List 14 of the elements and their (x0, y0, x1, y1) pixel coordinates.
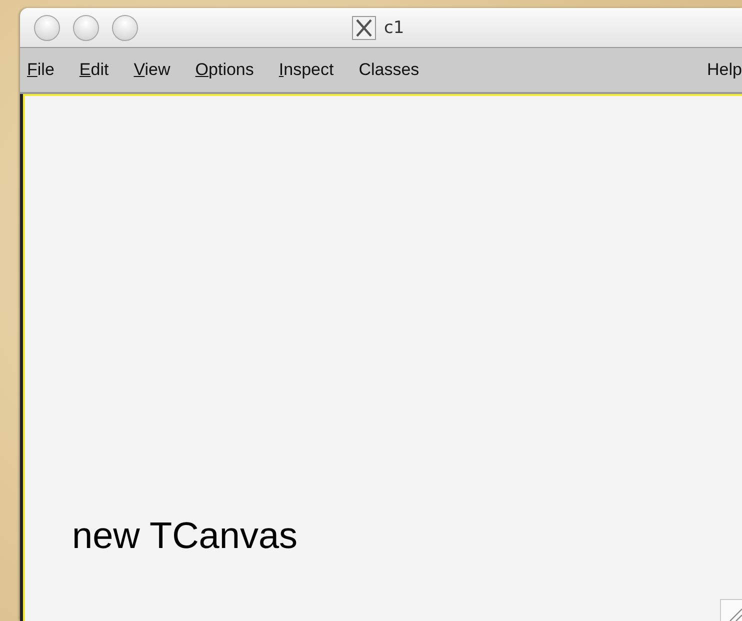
menu-item[interactable]: Options (192, 60, 257, 80)
menu-item[interactable]: Inspect (276, 60, 337, 80)
help-menu[interactable]: Help (704, 60, 742, 80)
minimize-button[interactable] (73, 14, 99, 40)
menu-item[interactable]: Classes (356, 60, 422, 80)
x-window-icon (352, 16, 376, 40)
zoom-button[interactable] (112, 14, 138, 40)
window-title: c1 (384, 18, 404, 38)
resize-grip[interactable] (720, 599, 742, 621)
menu-item[interactable]: File (24, 60, 58, 80)
close-button[interactable] (34, 14, 60, 40)
canvas-text: new TCanvas (72, 515, 298, 557)
menu-item[interactable]: Edit (76, 60, 112, 80)
menu-item[interactable]: View (130, 60, 174, 80)
